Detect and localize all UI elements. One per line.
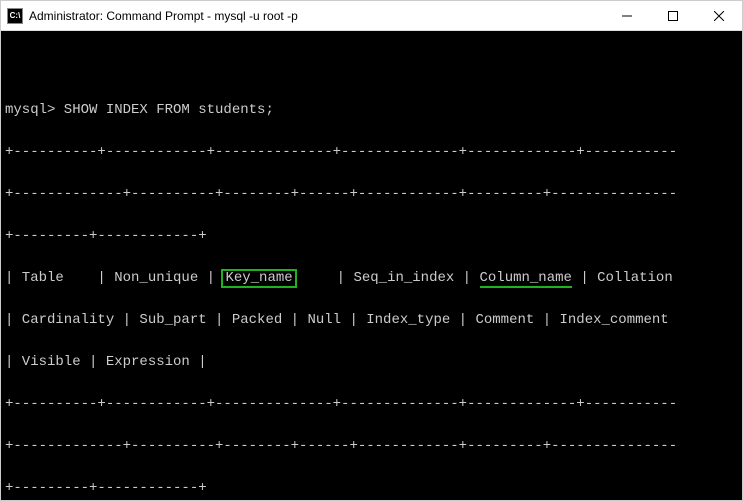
separator-line: +-------------+----------+--------+-----… (5, 436, 738, 457)
terminal-area[interactable]: mysql> SHOW INDEX FROM students; +------… (1, 31, 742, 500)
header-columnname: Column_name (480, 271, 572, 288)
minimize-button[interactable] (604, 1, 650, 31)
separator-line: +---------+------------+ (5, 226, 738, 247)
blank-line (5, 58, 738, 79)
separator-line: +----------+------------+--------------+… (5, 142, 738, 163)
window-titlebar: C:\ Administrator: Command Prompt - mysq… (1, 1, 742, 31)
header-row: | Cardinality | Sub_part | Packed | Null… (5, 310, 738, 331)
header-row: | Visible | Expression | (5, 352, 738, 373)
header-keyname: Key_name (221, 269, 296, 288)
header-row: | Table | Non_unique | Key_name | Seq_in… (5, 268, 738, 289)
window-title: Administrator: Command Prompt - mysql -u… (29, 9, 604, 23)
prompt-line: mysql> SHOW INDEX FROM students; (5, 100, 738, 121)
app-icon: C:\ (7, 8, 23, 24)
maximize-button[interactable] (650, 1, 696, 31)
separator-line: +-------------+----------+--------+-----… (5, 184, 738, 205)
separator-line: +----------+------------+--------------+… (5, 394, 738, 415)
close-button[interactable] (696, 1, 742, 31)
window-controls (604, 1, 742, 31)
separator-line: +---------+------------+ (5, 478, 738, 499)
